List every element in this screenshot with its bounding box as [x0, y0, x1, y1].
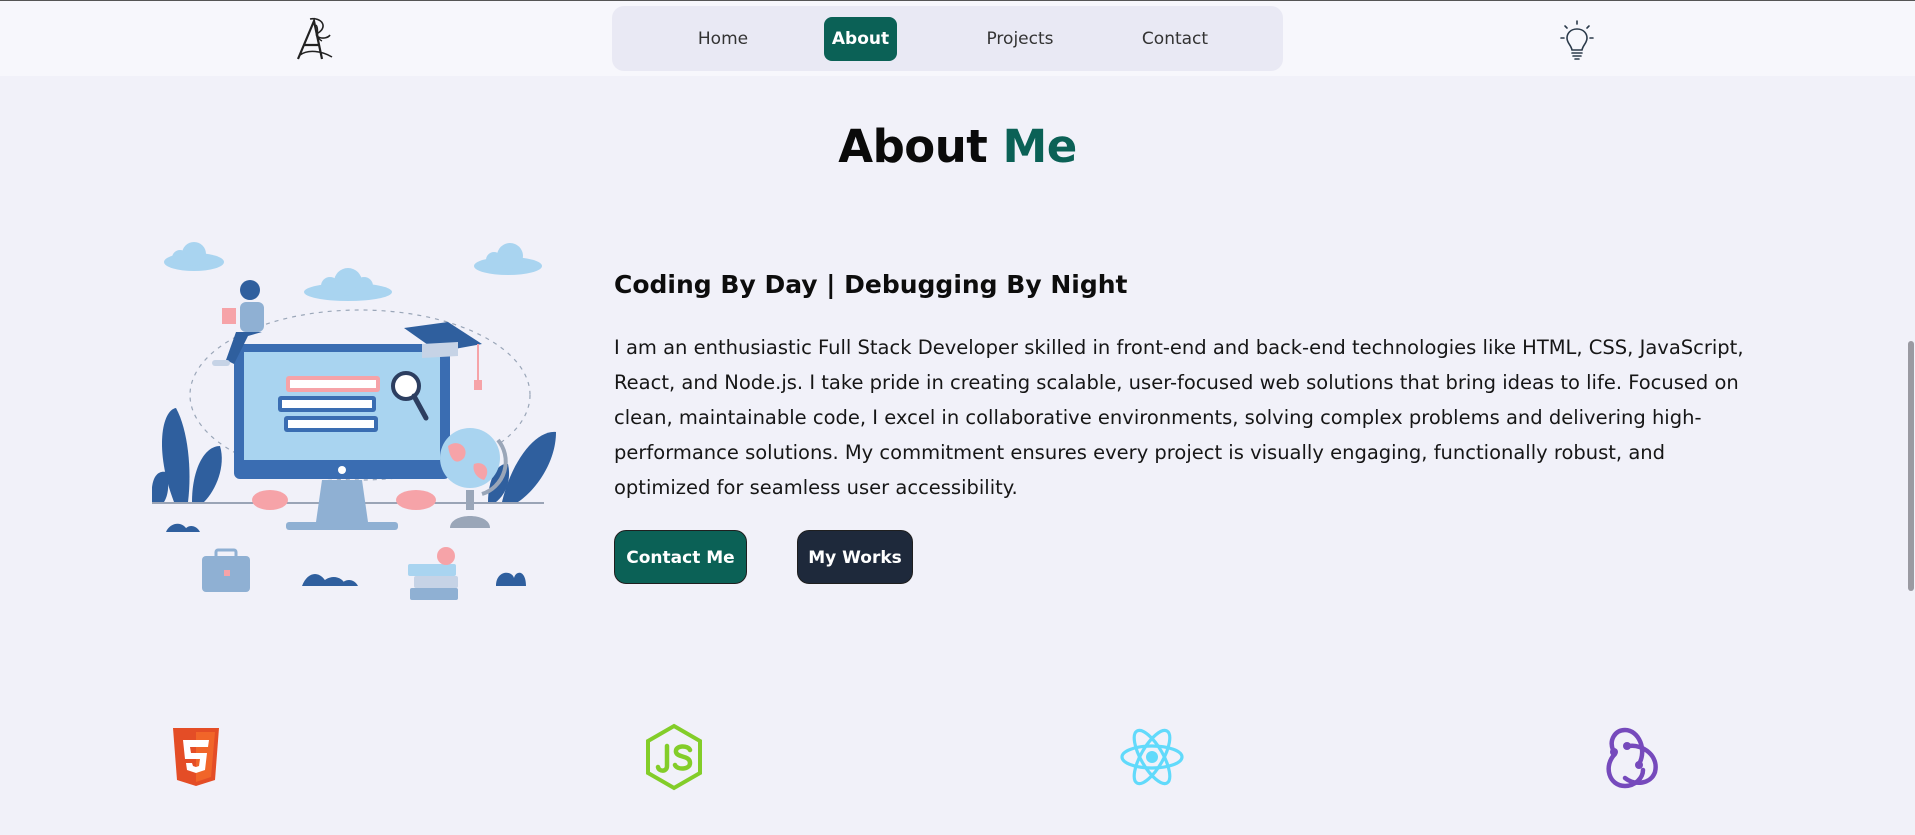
- about-tagline: Coding By Day | Debugging By Night: [614, 270, 1128, 299]
- page-title: About Me: [0, 120, 1915, 173]
- html5-icon: [161, 722, 231, 792]
- main-nav: Home About Projects Contact: [612, 6, 1283, 71]
- react-icon: [1117, 722, 1187, 792]
- nav-projects[interactable]: Projects: [964, 17, 1076, 61]
- nav-about[interactable]: About: [824, 17, 897, 61]
- redux-icon: [1595, 722, 1665, 792]
- title-accent: Me: [1002, 120, 1077, 173]
- about-bio: I am an enthusiastic Full Stack Develope…: [614, 336, 1744, 499]
- my-works-button[interactable]: My Works: [797, 530, 913, 584]
- nav-contact[interactable]: Contact: [1119, 17, 1231, 61]
- scrollbar-thumb[interactable]: [1908, 341, 1914, 591]
- nodejs-icon: [639, 722, 709, 792]
- lightbulb-icon[interactable]: [1560, 19, 1594, 63]
- site-header: Home About Projects Contact: [0, 1, 1915, 76]
- contact-me-button[interactable]: Contact Me: [614, 530, 747, 584]
- developer-illustration: [151, 240, 562, 630]
- nav-home[interactable]: Home: [667, 17, 779, 61]
- title-main: About: [838, 120, 988, 173]
- page-scrollbar[interactable]: [1907, 76, 1915, 835]
- signature-logo-icon[interactable]: [292, 15, 338, 63]
